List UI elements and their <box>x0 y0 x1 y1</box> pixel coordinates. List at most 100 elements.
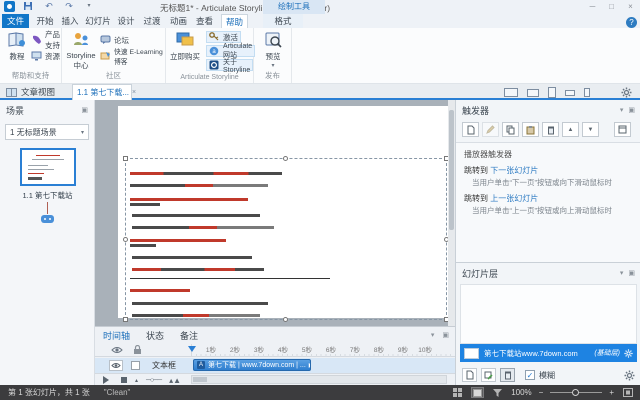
storyline-hub-button[interactable]: Storyline 中心 <box>64 31 98 71</box>
tab-notes[interactable]: 备注 <box>180 329 198 342</box>
move-trigger-down-button[interactable]: ▼ <box>582 122 599 137</box>
zoom-in-button[interactable]: + <box>609 388 614 397</box>
selection-handle-top-center[interactable] <box>283 156 288 161</box>
fit-to-window-icon[interactable] <box>621 387 634 398</box>
feed-view-toggle-icon[interactable] <box>491 387 504 398</box>
trigger-target-link[interactable]: 下一张幻灯片 <box>490 166 538 175</box>
resources-button[interactable]: 资源 <box>31 50 60 62</box>
help-icon[interactable]: ? <box>626 17 637 28</box>
layers-collapse-icon[interactable]: ▣ <box>628 269 635 277</box>
canvas-vertical-scrollbar[interactable] <box>448 100 455 326</box>
object-visibility-toggle[interactable] <box>109 360 123 371</box>
triggers-collapse-icon[interactable]: ▣ <box>628 106 635 114</box>
trigger-item[interactable]: 跳转到 上一张幻灯片 <box>456 190 640 204</box>
normal-view-toggle-icon[interactable] <box>471 387 484 398</box>
timeline-zoom-out-icon[interactable]: ▴ <box>135 377 138 384</box>
tab-states[interactable]: 状态 <box>146 329 164 342</box>
tablet-portrait-icon[interactable] <box>548 87 556 98</box>
redo-icon[interactable]: ↷ <box>63 1 75 12</box>
trigger-item[interactable]: 跳转到 下一张幻灯片 <box>456 162 640 176</box>
phone-landscape-icon[interactable] <box>565 90 575 96</box>
layer-list[interactable] <box>460 284 637 344</box>
slide-tab[interactable]: 1.1 第七下载... × <box>72 84 132 100</box>
tab-help[interactable]: 帮助 <box>221 14 248 28</box>
forums-button[interactable]: 论坛 <box>100 34 129 46</box>
new-layer-button[interactable] <box>462 368 477 382</box>
selection-handle-bottom-left[interactable] <box>123 317 128 322</box>
tab-format[interactable]: 格式 <box>263 14 303 28</box>
new-trigger-button[interactable] <box>462 122 479 137</box>
delete-trigger-button[interactable] <box>542 122 559 137</box>
product-support-button[interactable]: 产品支持 <box>31 34 61 46</box>
selection-handle-top-left[interactable] <box>123 156 128 161</box>
selection-handle-bottom-center[interactable] <box>283 317 288 322</box>
zoom-out-button[interactable]: − <box>539 388 544 397</box>
phone-portrait-icon[interactable] <box>584 88 590 97</box>
customize-qat-icon[interactable]: ▾ <box>83 1 95 12</box>
object-lock-checkbox[interactable] <box>131 361 140 370</box>
timeline-menu-icon[interactable]: ▾ <box>431 331 435 339</box>
buy-now-button[interactable]: 立即购买 <box>168 31 202 62</box>
layers-menu-icon[interactable]: ▾ <box>620 269 624 277</box>
delete-layer-button[interactable] <box>500 368 515 382</box>
undo-icon[interactable]: ↶ <box>43 1 55 12</box>
timeline-playhead[interactable] <box>188 346 196 356</box>
tutorial-button[interactable]: 教程 <box>0 31 34 62</box>
blog-button[interactable]: 快速 E-Learning 博客 <box>100 50 165 62</box>
dim-layers-checkbox[interactable]: ✓ <box>525 370 535 380</box>
timeline-object-row[interactable]: 文本框 A 第七下载 | www.7down.com | ... ▶ <box>95 358 455 373</box>
story-view-toggle-icon[interactable] <box>451 387 464 398</box>
maximize-button[interactable]: □ <box>606 2 617 11</box>
story-view-button[interactable]: 文章视图 <box>6 86 55 98</box>
tab-design[interactable]: 设计 <box>114 14 138 28</box>
save-icon[interactable] <box>23 1 35 12</box>
tab-home[interactable]: 开始 <box>33 14 57 28</box>
timeline-collapse-icon[interactable]: ▣ <box>442 331 449 339</box>
branch-link-icon[interactable] <box>41 215 54 223</box>
tab-transitions[interactable]: 过渡 <box>139 14 165 28</box>
base-layer-row[interactable]: 第七下载站www.7down.com (基础层) <box>460 344 637 362</box>
minimize-button[interactable]: ─ <box>587 2 598 11</box>
slide-thumbnail[interactable] <box>20 148 76 186</box>
forums-icon <box>100 35 111 45</box>
duplicate-layer-button[interactable] <box>481 368 496 382</box>
scene-selector-dropdown[interactable]: 1 无标题场景 ▾ <box>5 124 89 140</box>
move-trigger-up-button[interactable]: ▲ <box>562 122 579 137</box>
trigger-target-link[interactable]: 上一张幻灯片 <box>490 194 538 203</box>
layer-gear-icon[interactable] <box>624 349 633 358</box>
paste-trigger-button[interactable] <box>522 122 539 137</box>
tab-view[interactable]: 查看 <box>192 14 217 28</box>
timeline-horizontal-scrollbar[interactable] <box>191 375 447 384</box>
about-storyline-button[interactable]: 关于 Storyline <box>206 59 253 71</box>
activate-button[interactable]: 激活 <box>206 31 241 43</box>
scenes-collapse-icon[interactable]: ▣ <box>81 106 88 114</box>
close-button[interactable]: × <box>625 2 636 11</box>
zoom-slider-thumb[interactable] <box>572 389 579 396</box>
preview-button[interactable]: 预览 ▾ <box>256 31 290 69</box>
articulate-website-button[interactable]: a Articulate 网站 <box>206 45 255 57</box>
layer-settings-gear-icon[interactable] <box>624 370 635 381</box>
tab-insert[interactable]: 插入 <box>58 14 82 28</box>
manage-variables-button[interactable] <box>614 122 631 137</box>
tablet-landscape-icon[interactable] <box>527 89 539 97</box>
play-button[interactable] <box>103 376 113 384</box>
tab-animations[interactable]: 动画 <box>166 14 191 28</box>
triggers-menu-icon[interactable]: ▾ <box>620 106 624 114</box>
tab-timeline[interactable]: 时间轴 <box>103 329 130 342</box>
tab-file[interactable]: 文件 <box>2 14 29 28</box>
preview-dropdown-icon[interactable]: ▾ <box>256 62 290 69</box>
zoom-slider[interactable] <box>550 392 602 393</box>
tab-slides[interactable]: 幻灯片 <box>83 14 113 28</box>
desktop-preview-icon[interactable] <box>504 88 518 97</box>
tab-close-icon[interactable]: × <box>132 89 136 96</box>
timeline-zoom-slider[interactable]: ─○── <box>146 377 161 384</box>
timeline-object-bar[interactable]: A 第七下载 | www.7down.com | ... ▶ <box>193 359 311 371</box>
player-settings-gear-icon[interactable] <box>621 87 632 98</box>
edit-trigger-button[interactable] <box>482 122 499 137</box>
timeline-zoom-in-icon[interactable]: ▴▲ <box>169 376 181 385</box>
slide-canvas[interactable] <box>95 100 455 326</box>
selection-handle-middle-left[interactable] <box>123 237 128 242</box>
copy-trigger-button[interactable] <box>502 122 519 137</box>
stop-button[interactable] <box>121 377 127 383</box>
textbox-selection-outline[interactable] <box>125 158 447 320</box>
